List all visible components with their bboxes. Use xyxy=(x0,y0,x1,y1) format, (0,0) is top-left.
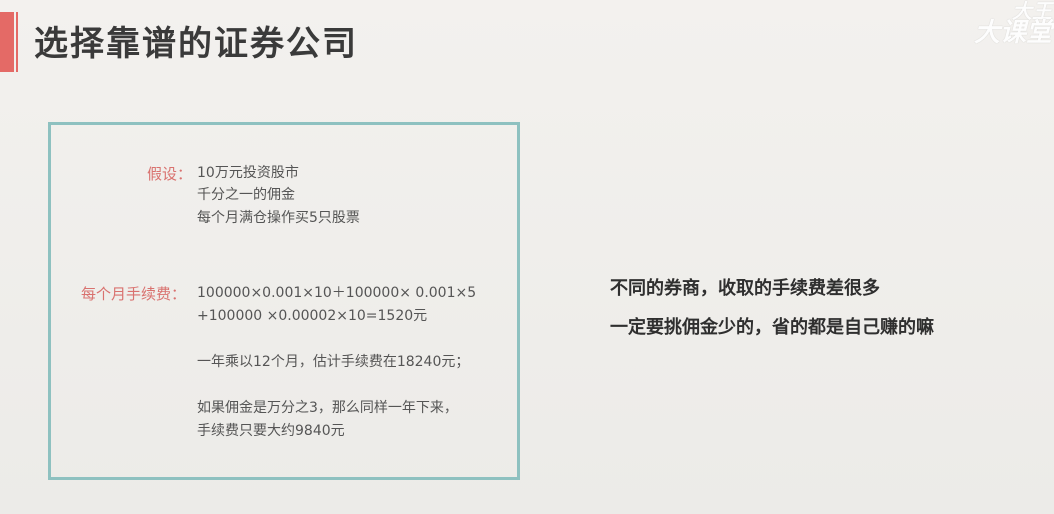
page-title: 选择靠谱的证券公司 xyxy=(34,24,358,64)
title-accent-bar xyxy=(0,12,18,72)
annual-fee-line: 一年乘以12个月，估计手续费在18240元； xyxy=(197,354,470,370)
side-note-line-2: 一定要挑佣金少的，省的都是自己赚的嘛 xyxy=(610,317,934,338)
alt-commission-line-2: 手续费只要大约9840元 xyxy=(197,423,345,439)
assumption-line-1: 10万元投资股市 xyxy=(197,165,299,181)
alt-commission-line-1: 如果佣金是万分之3，那么同样一年下来， xyxy=(197,400,458,416)
monthly-fee-label: 每个月手续费： xyxy=(81,285,187,303)
channel-watermark: 大王 大课堂 xyxy=(973,0,1052,48)
formula-line-2: +100000 ×0.00002×10=1520元 xyxy=(197,308,428,324)
formula-line-1: 100000×0.001×10＋100000× 0.001×5 xyxy=(197,285,477,301)
assumption-line-2: 千分之一的佣金 xyxy=(197,187,295,203)
watermark-line-2: 大课堂 xyxy=(973,18,1052,48)
assumption-line-3: 每个月满仓操作买5只股票 xyxy=(197,210,360,226)
fee-example-panel: 假设： 10万元投资股市 千分之一的佣金 每个月满仓操作买5只股票 每个月手续费… xyxy=(48,122,520,480)
assumption-label: 假设： xyxy=(147,165,193,183)
side-note-line-1: 不同的券商，收取的手续费差很多 xyxy=(610,278,880,299)
